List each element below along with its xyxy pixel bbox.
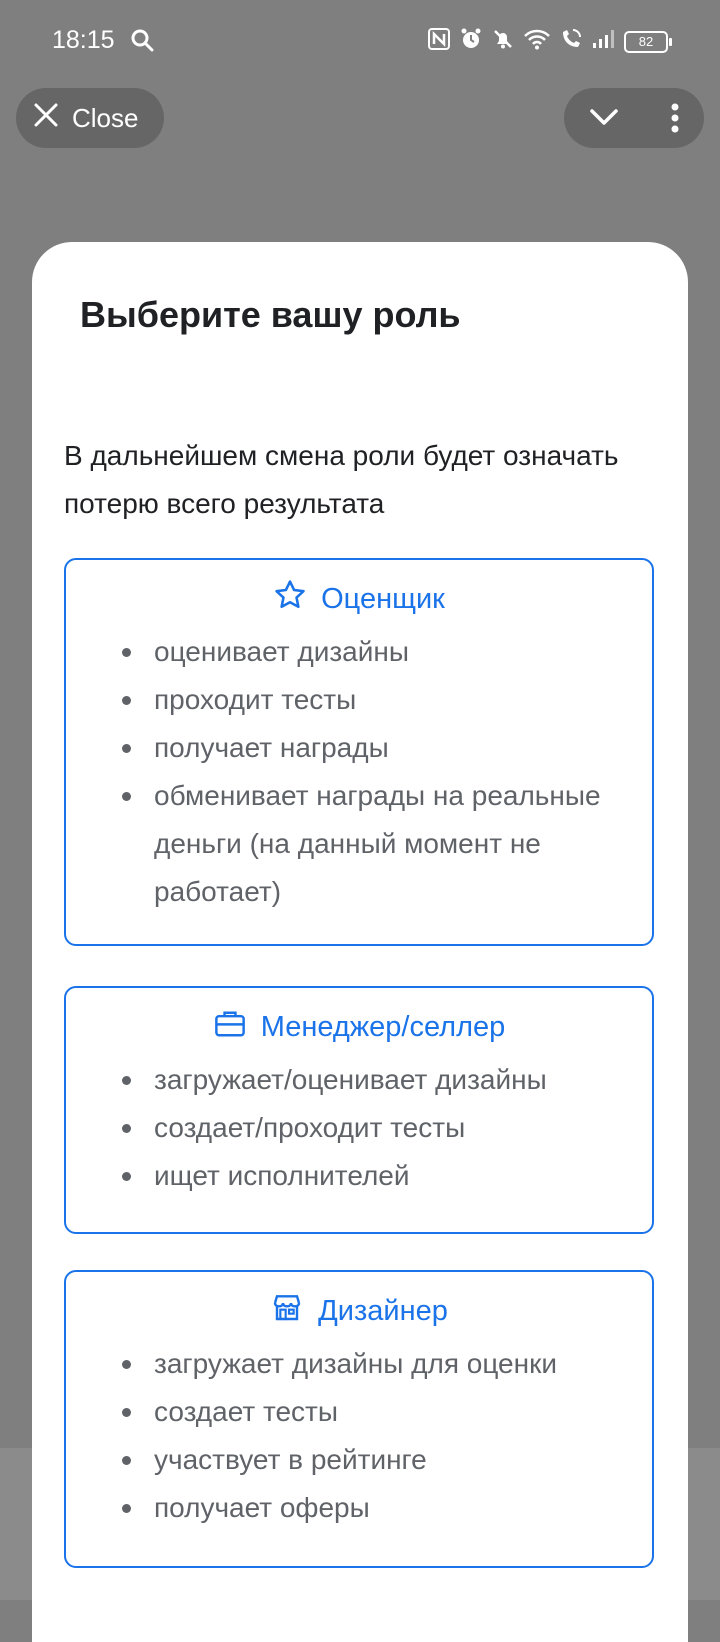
role-features: загружает дизайны для оценки создает тес… xyxy=(66,1340,652,1532)
list-item: получает награды xyxy=(122,724,614,772)
alarm-icon xyxy=(460,28,482,55)
status-bar: 18:15 82 xyxy=(0,0,720,84)
signal-icon xyxy=(592,29,614,54)
star-icon xyxy=(273,578,307,620)
search-icon xyxy=(130,28,154,57)
list-item: загружает дизайны для оценки xyxy=(122,1340,614,1388)
role-features: оценивает дизайны проходит тесты получае… xyxy=(66,628,652,916)
list-item: ищет исполнителей xyxy=(122,1152,614,1200)
list-item: проходит тесты xyxy=(122,676,614,724)
battery-icon: 82 xyxy=(624,30,672,53)
nfc-icon xyxy=(428,28,450,55)
wifi-icon xyxy=(524,28,550,55)
list-item: получает оферы xyxy=(122,1484,614,1532)
role-name: Дизайнер xyxy=(318,1294,448,1327)
close-button[interactable]: Close xyxy=(16,88,164,148)
close-icon xyxy=(32,101,60,136)
menu-group xyxy=(564,88,704,148)
chevron-down-icon[interactable] xyxy=(588,105,620,134)
role-card-designer[interactable]: Дизайнер загружает дизайны для оценки со… xyxy=(64,1270,654,1568)
role-dialog: Выберите вашу роль В дальнейшем смена ро… xyxy=(32,242,688,1642)
role-name: Менеджер/селлер xyxy=(260,1010,506,1043)
dialog-subtitle: В дальнейшем смена роли будет означать п… xyxy=(64,440,619,519)
list-item: оценивает дизайны xyxy=(122,628,614,676)
list-item: обменивает награды на реальные деньги (н… xyxy=(122,772,614,916)
role-header: Менеджер/селлер xyxy=(66,1008,652,1046)
role-header: Дизайнер xyxy=(66,1292,652,1330)
role-features: загружает/оценивает дизайны создает/прох… xyxy=(66,1056,652,1200)
briefcase-icon xyxy=(213,1008,247,1046)
role-card-manager[interactable]: Менеджер/селлер загружает/оценивает диза… xyxy=(64,986,654,1234)
role-card-evaluator[interactable]: Оценщик оценивает дизайны проходит тесты… xyxy=(64,558,654,946)
close-label: Close xyxy=(72,102,139,133)
list-item: создает тесты xyxy=(122,1388,614,1436)
store-icon xyxy=(270,1291,304,1331)
role-header: Оценщик xyxy=(66,580,652,618)
list-item: участвует в рейтинге xyxy=(122,1436,614,1484)
role-name: Оценщик xyxy=(321,582,445,615)
dialog-title: Выберите вашу роль xyxy=(80,294,461,335)
top-bar: Close xyxy=(0,88,720,148)
status-icons: 82 xyxy=(428,28,672,55)
status-time: 18:15 xyxy=(52,26,115,54)
wifi-call-icon xyxy=(560,28,582,55)
list-item: создает/проходит тесты xyxy=(122,1104,614,1152)
more-vert-icon[interactable] xyxy=(670,102,680,139)
list-item: загружает/оценивает дизайны xyxy=(122,1056,614,1104)
bell-off-icon xyxy=(492,28,514,55)
